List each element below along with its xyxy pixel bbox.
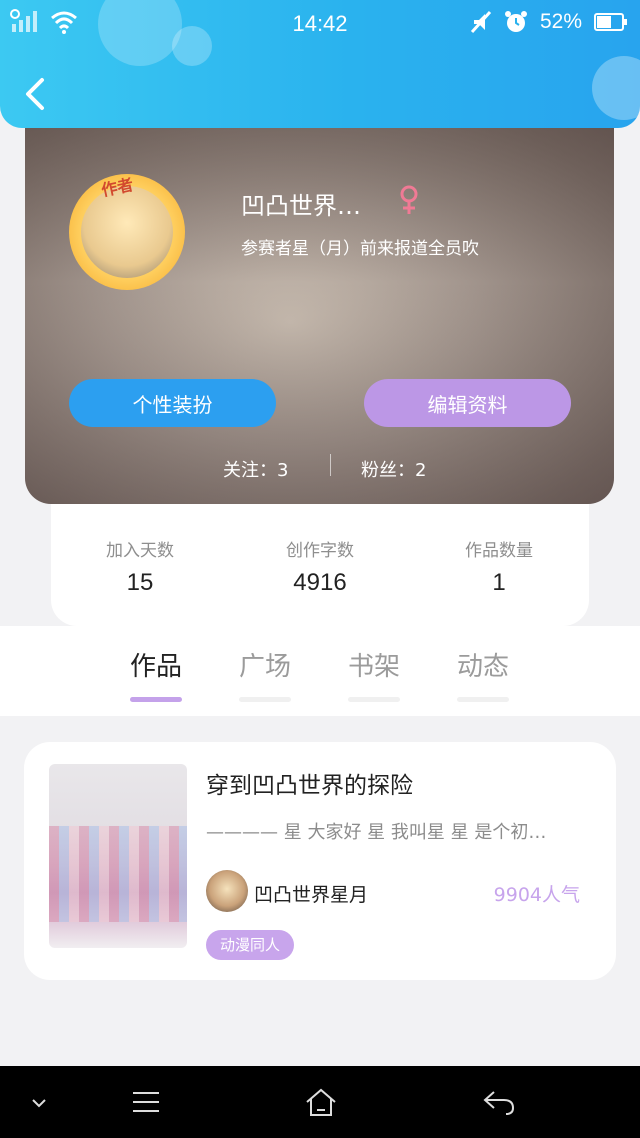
username: 凹凸世界… [241,192,361,220]
work-title[interactable]: 穿到凹凸世界的探险 [206,766,413,800]
following-count[interactable]: 关注：3 [223,456,288,482]
tab-square[interactable]: 广场 [225,646,305,702]
author-avatar[interactable] [206,870,248,912]
customize-button[interactable]: 个性装扮 [69,379,276,427]
author-name[interactable]: 凹凸世界星月 [254,880,368,907]
tab-indicator [457,697,509,702]
category-tag[interactable]: 动漫同人 [206,930,295,960]
tab-bookshelf[interactable]: 书架 [334,646,414,702]
profile-card: 作者 凹凸世界… 参赛者星（月）前来报道全员吹 个性装扮 编辑资料 关注：3 粉… [25,100,614,504]
tab-works[interactable]: 作品 [116,646,196,702]
alarm-icon [504,11,527,32]
stat-word-count: 创作字数 4916 [250,536,390,597]
cover-art [49,826,187,922]
popularity-count: 9904人气 [493,884,580,906]
status-bar: 14:42 52% [0,0,640,46]
tab-indicator [348,697,400,702]
tab-label: 动态 [456,652,509,682]
home-icon[interactable] [304,1088,338,1118]
back-arrow-icon[interactable] [482,1088,516,1118]
tab-indicator [130,697,182,702]
stat-join-days: 加入天数 15 [70,536,210,597]
tab-label: 广场 [238,652,291,682]
work-description: ———— 星 大家好 星 我叫星 星 是个初… [206,822,547,843]
stat-label: 创作字数 [286,541,354,561]
followers-count[interactable]: 粉丝：2 [361,456,426,482]
work-card[interactable]: 穿到凹凸世界的探险 ———— 星 大家好 星 我叫星 星 是个初… 凹凸世界星月… [24,742,616,980]
edit-profile-button[interactable]: 编辑资料 [364,379,571,427]
header: 14:42 52% [0,0,640,128]
tab-bar: 作品 广场 书架 动态 [0,626,640,716]
system-nav-bar [0,1066,640,1138]
divider [330,454,331,476]
tab-indicator [239,697,291,702]
tab-activity[interactable]: 动态 [443,646,523,702]
stats-panel: 加入天数 15 创作字数 4916 作品数量 1 [51,500,589,626]
stat-work-count: 作品数量 1 [429,536,569,597]
stat-value: 15 [126,569,154,596]
chevron-down-icon[interactable] [30,1096,48,1110]
mute-icon [470,10,492,34]
tab-label: 书架 [347,652,400,682]
female-icon [400,185,418,214]
stat-label: 加入天数 [106,541,174,561]
work-cover[interactable] [49,764,187,948]
menu-icon[interactable] [130,1088,162,1116]
battery-percent: 52% [539,10,582,33]
stat-value: 1 [492,569,506,596]
bio: 参赛者星（月）前来报道全员吹 [241,239,479,259]
battery-icon [594,13,627,31]
tab-label: 作品 [129,652,182,682]
decor-bubble [592,56,640,120]
chevron-left-icon[interactable] [18,74,54,114]
avatar-image [81,186,173,278]
stat-value: 4916 [293,569,347,596]
stat-label: 作品数量 [465,541,533,561]
